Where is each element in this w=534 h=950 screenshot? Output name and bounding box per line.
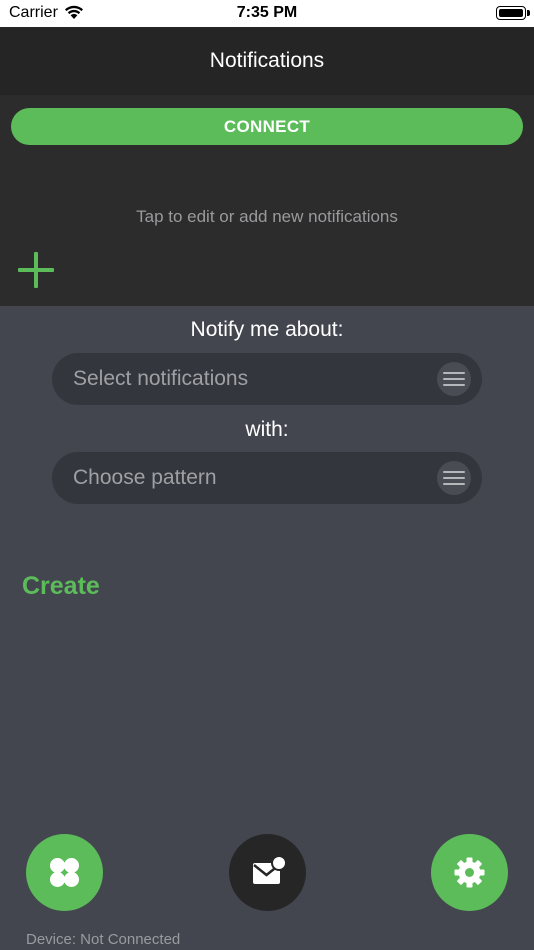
gear-icon: [454, 857, 485, 888]
status-bar: Carrier 7:35 PM: [0, 0, 534, 27]
notifications-tab-button[interactable]: [229, 834, 306, 911]
empty-state-hint: Tap to edit or add new notifications: [136, 207, 398, 226]
notifications-select[interactable]: Select notifications: [52, 353, 482, 405]
page-title: Notifications: [209, 49, 325, 72]
menu-icon[interactable]: [437, 461, 471, 495]
plus-icon[interactable]: [18, 252, 54, 288]
clock: 7:35 PM: [236, 4, 298, 21]
notify-me-label: Notify me about:: [190, 318, 344, 341]
connect-button[interactable]: CONNECT: [11, 108, 523, 145]
navigation-bar: Notifications: [0, 27, 534, 95]
notifications-panel: CONNECT Tap to edit or add new notificat…: [0, 95, 534, 306]
create-button[interactable]: Create: [22, 572, 100, 601]
pattern-select[interactable]: Choose pattern: [52, 452, 482, 504]
mail-badge-icon: [253, 855, 287, 884]
notifications-select-placeholder: Select notifications: [73, 367, 249, 390]
with-label: with:: [245, 418, 289, 441]
settings-button[interactable]: [431, 834, 508, 911]
battery-icon: [496, 6, 530, 20]
grid-icon: [50, 858, 79, 887]
pattern-select-placeholder: Choose pattern: [73, 466, 217, 489]
device-status: Device: Not Connected: [26, 931, 181, 948]
menu-icon[interactable]: [437, 362, 471, 396]
devices-button[interactable]: [26, 834, 103, 911]
